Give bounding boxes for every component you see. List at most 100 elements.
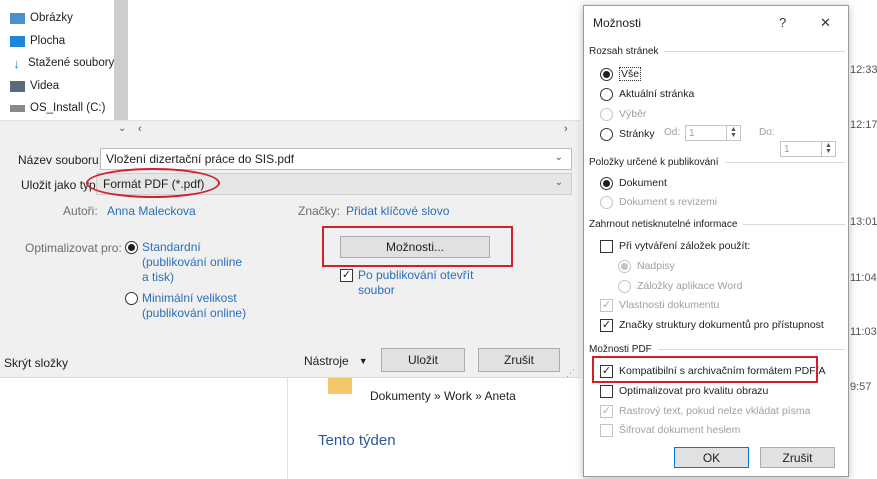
nav-item-label: Stažené soubory (28, 57, 115, 69)
option-label: Dokument (619, 177, 667, 189)
chevron-down-icon[interactable]: ⌄ (555, 152, 563, 163)
highlight-box (322, 226, 513, 267)
options-cancel-button[interactable]: Zrušit (760, 447, 835, 468)
radio-headings[interactable] (618, 259, 631, 273)
time-label: 9:57 (850, 381, 872, 393)
this-week-heading: Tento týden (318, 432, 396, 449)
radio-all[interactable] (600, 67, 613, 81)
checkbox-create-bookmarks[interactable] (600, 239, 613, 253)
checkbox-optimize-image[interactable] (600, 384, 613, 398)
radio-word-bookmarks[interactable] (618, 279, 631, 293)
open-after-publish-option[interactable]: ✓ Po publikování otevřít soubor (340, 268, 488, 298)
optimize-standard-option[interactable]: Standardní (publikování online a tisk) (125, 240, 252, 285)
scroll-right-icon[interactable]: › (564, 123, 568, 135)
from-spinner[interactable]: 1 ▲ ▼ (685, 125, 741, 141)
nonprint-group: Zahrnout netisknutelné informace (589, 217, 845, 231)
bookmarks-headings-option[interactable]: Nadpisy (618, 258, 675, 274)
optimize-standard-label: Standardní (publikování online a tisk) (142, 240, 243, 284)
option-label: Aktuální stránka (619, 88, 695, 100)
option-label: Při vytváření záložek použít: (619, 240, 751, 252)
authors-value[interactable]: Anna Maleckova (107, 204, 196, 218)
checkbox-bitmap-text[interactable]: ✓ (600, 404, 613, 418)
dialog-title: Možnosti (593, 16, 642, 30)
nav-item-pictures[interactable]: Obrázky (10, 8, 73, 28)
range-current-option[interactable]: Aktuální stránka (600, 86, 694, 102)
scroll-left-icon[interactable]: ‹ (138, 123, 142, 135)
resize-grip-icon[interactable]: ⋰ (566, 368, 575, 379)
filename-input[interactable]: Vložení dizertační práce do SIS.pdf ⌄ (100, 148, 572, 170)
authors-label: Autoři: (63, 204, 98, 218)
nav-scrollbar[interactable] (114, 0, 128, 120)
filename-value: Vložení dizertační práce do SIS.pdf (106, 152, 295, 166)
close-icon[interactable]: ✕ (820, 15, 831, 31)
radio-standard[interactable] (125, 241, 138, 254)
radio-selection[interactable] (600, 107, 613, 121)
chevron-down-icon[interactable]: ⌄ (555, 177, 563, 188)
publish-markup-option[interactable]: Dokument s revizemi (600, 194, 717, 210)
nav-item-label: Videa (30, 80, 60, 92)
horizontal-scrollbar[interactable]: ⌄ ‹ › (0, 120, 580, 140)
nav-item-desktop[interactable]: Plocha (10, 31, 65, 51)
option-label: Stránky (619, 128, 655, 140)
checkbox-struct-tags[interactable]: ✓ (600, 318, 613, 332)
tags-value[interactable]: Přidat klíčové slovo (346, 204, 449, 218)
option-label: Výběr (619, 108, 647, 120)
nav-item-drive-c[interactable]: OS_Install (C:) (10, 98, 105, 118)
hide-folders-link[interactable]: Skrýt složky (4, 356, 68, 370)
nav-item-videos[interactable]: Videa (10, 76, 59, 96)
spinner-arrows-icon[interactable]: ▲ ▼ (726, 126, 740, 140)
save-button[interactable]: Uložit (381, 348, 465, 372)
radio-document-markup[interactable] (600, 195, 613, 209)
doc-properties-option[interactable]: ✓ Vlastnosti dokumentu (600, 297, 719, 313)
group-heading: Rozsah stránek (589, 45, 659, 57)
desktop-icon (10, 35, 25, 47)
nav-item-downloads[interactable]: ↓ Stažené soubory (10, 53, 114, 73)
videos-icon (10, 80, 25, 92)
range-pages-option[interactable]: Stránky (600, 126, 655, 142)
recent-folder-path[interactable]: Dokumenty » Work » Aneta (370, 389, 516, 403)
radio-minimal[interactable] (125, 292, 138, 305)
range-all-option[interactable]: Vše (600, 66, 642, 82)
checkbox-doc-properties[interactable]: ✓ (600, 298, 613, 312)
options-dialog: Možnosti ? ✕ Rozsah stránek Vše Aktuální… (583, 5, 849, 477)
backstage-divider (287, 378, 288, 479)
caret-down-icon: ▼ (358, 356, 368, 366)
option-label: Značky struktury dokumentů pro přístupno… (619, 319, 824, 331)
pictures-icon (10, 12, 25, 24)
publish-document-option[interactable]: Dokument (600, 175, 667, 191)
encrypt-option[interactable]: Šifrovat dokument heslem (600, 422, 740, 438)
screen: Dokumenty » Work » Aneta Tento týden 12:… (0, 0, 877, 479)
time-label: 11:04 (850, 272, 877, 284)
time-label: 12:33 (850, 64, 877, 76)
nav-item-label: OS_Install (C:) (30, 102, 106, 114)
radio-current[interactable] (600, 87, 613, 101)
option-label: Nadpisy (637, 260, 675, 272)
tools-label: Nástroje (304, 354, 349, 368)
ok-button[interactable]: OK (674, 447, 749, 468)
group-heading: Položky určené k publikování (589, 156, 719, 168)
page-range-group: Rozsah stránek (589, 44, 845, 58)
optimize-image-option[interactable]: Optimalizovat pro kvalitu obrazu (600, 383, 768, 399)
spinner-arrows-icon[interactable]: ▲ ▼ (821, 142, 835, 156)
to-label: Do: (759, 127, 775, 138)
pdf-options-group: Možnosti PDF (589, 342, 845, 356)
checkbox-encrypt[interactable] (600, 423, 613, 437)
option-label: Vše (619, 67, 642, 81)
radio-pages[interactable] (600, 127, 613, 141)
chevron-down-icon[interactable]: ⌄ (118, 123, 126, 134)
create-bookmarks-option[interactable]: Při vytváření záložek použít: (600, 238, 750, 254)
from-label: Od: (664, 127, 681, 138)
optimize-label: Optimalizovat pro: (25, 241, 122, 255)
bitmap-text-option[interactable]: ✓ Rastrový text, pokud nelze vkládat pís… (600, 403, 810, 419)
tools-menu[interactable]: Nástroje ▼ (304, 354, 368, 368)
radio-document[interactable] (600, 176, 613, 190)
range-selection-option[interactable]: Výběr (600, 106, 646, 122)
help-icon[interactable]: ? (779, 15, 786, 30)
optimize-minimal-option[interactable]: Minimální velikost (publikování online) (125, 291, 252, 321)
bookmarks-word-option[interactable]: Záložky aplikace Word (618, 278, 742, 294)
highlight-box (592, 356, 818, 383)
struct-tags-option[interactable]: ✓ Značky struktury dokumentů pro přístup… (600, 317, 824, 333)
option-label: Vlastnosti dokumentu (619, 299, 720, 311)
checkbox-open-after-publish[interactable]: ✓ (340, 269, 353, 282)
cancel-button[interactable]: Zrušit (478, 348, 560, 372)
